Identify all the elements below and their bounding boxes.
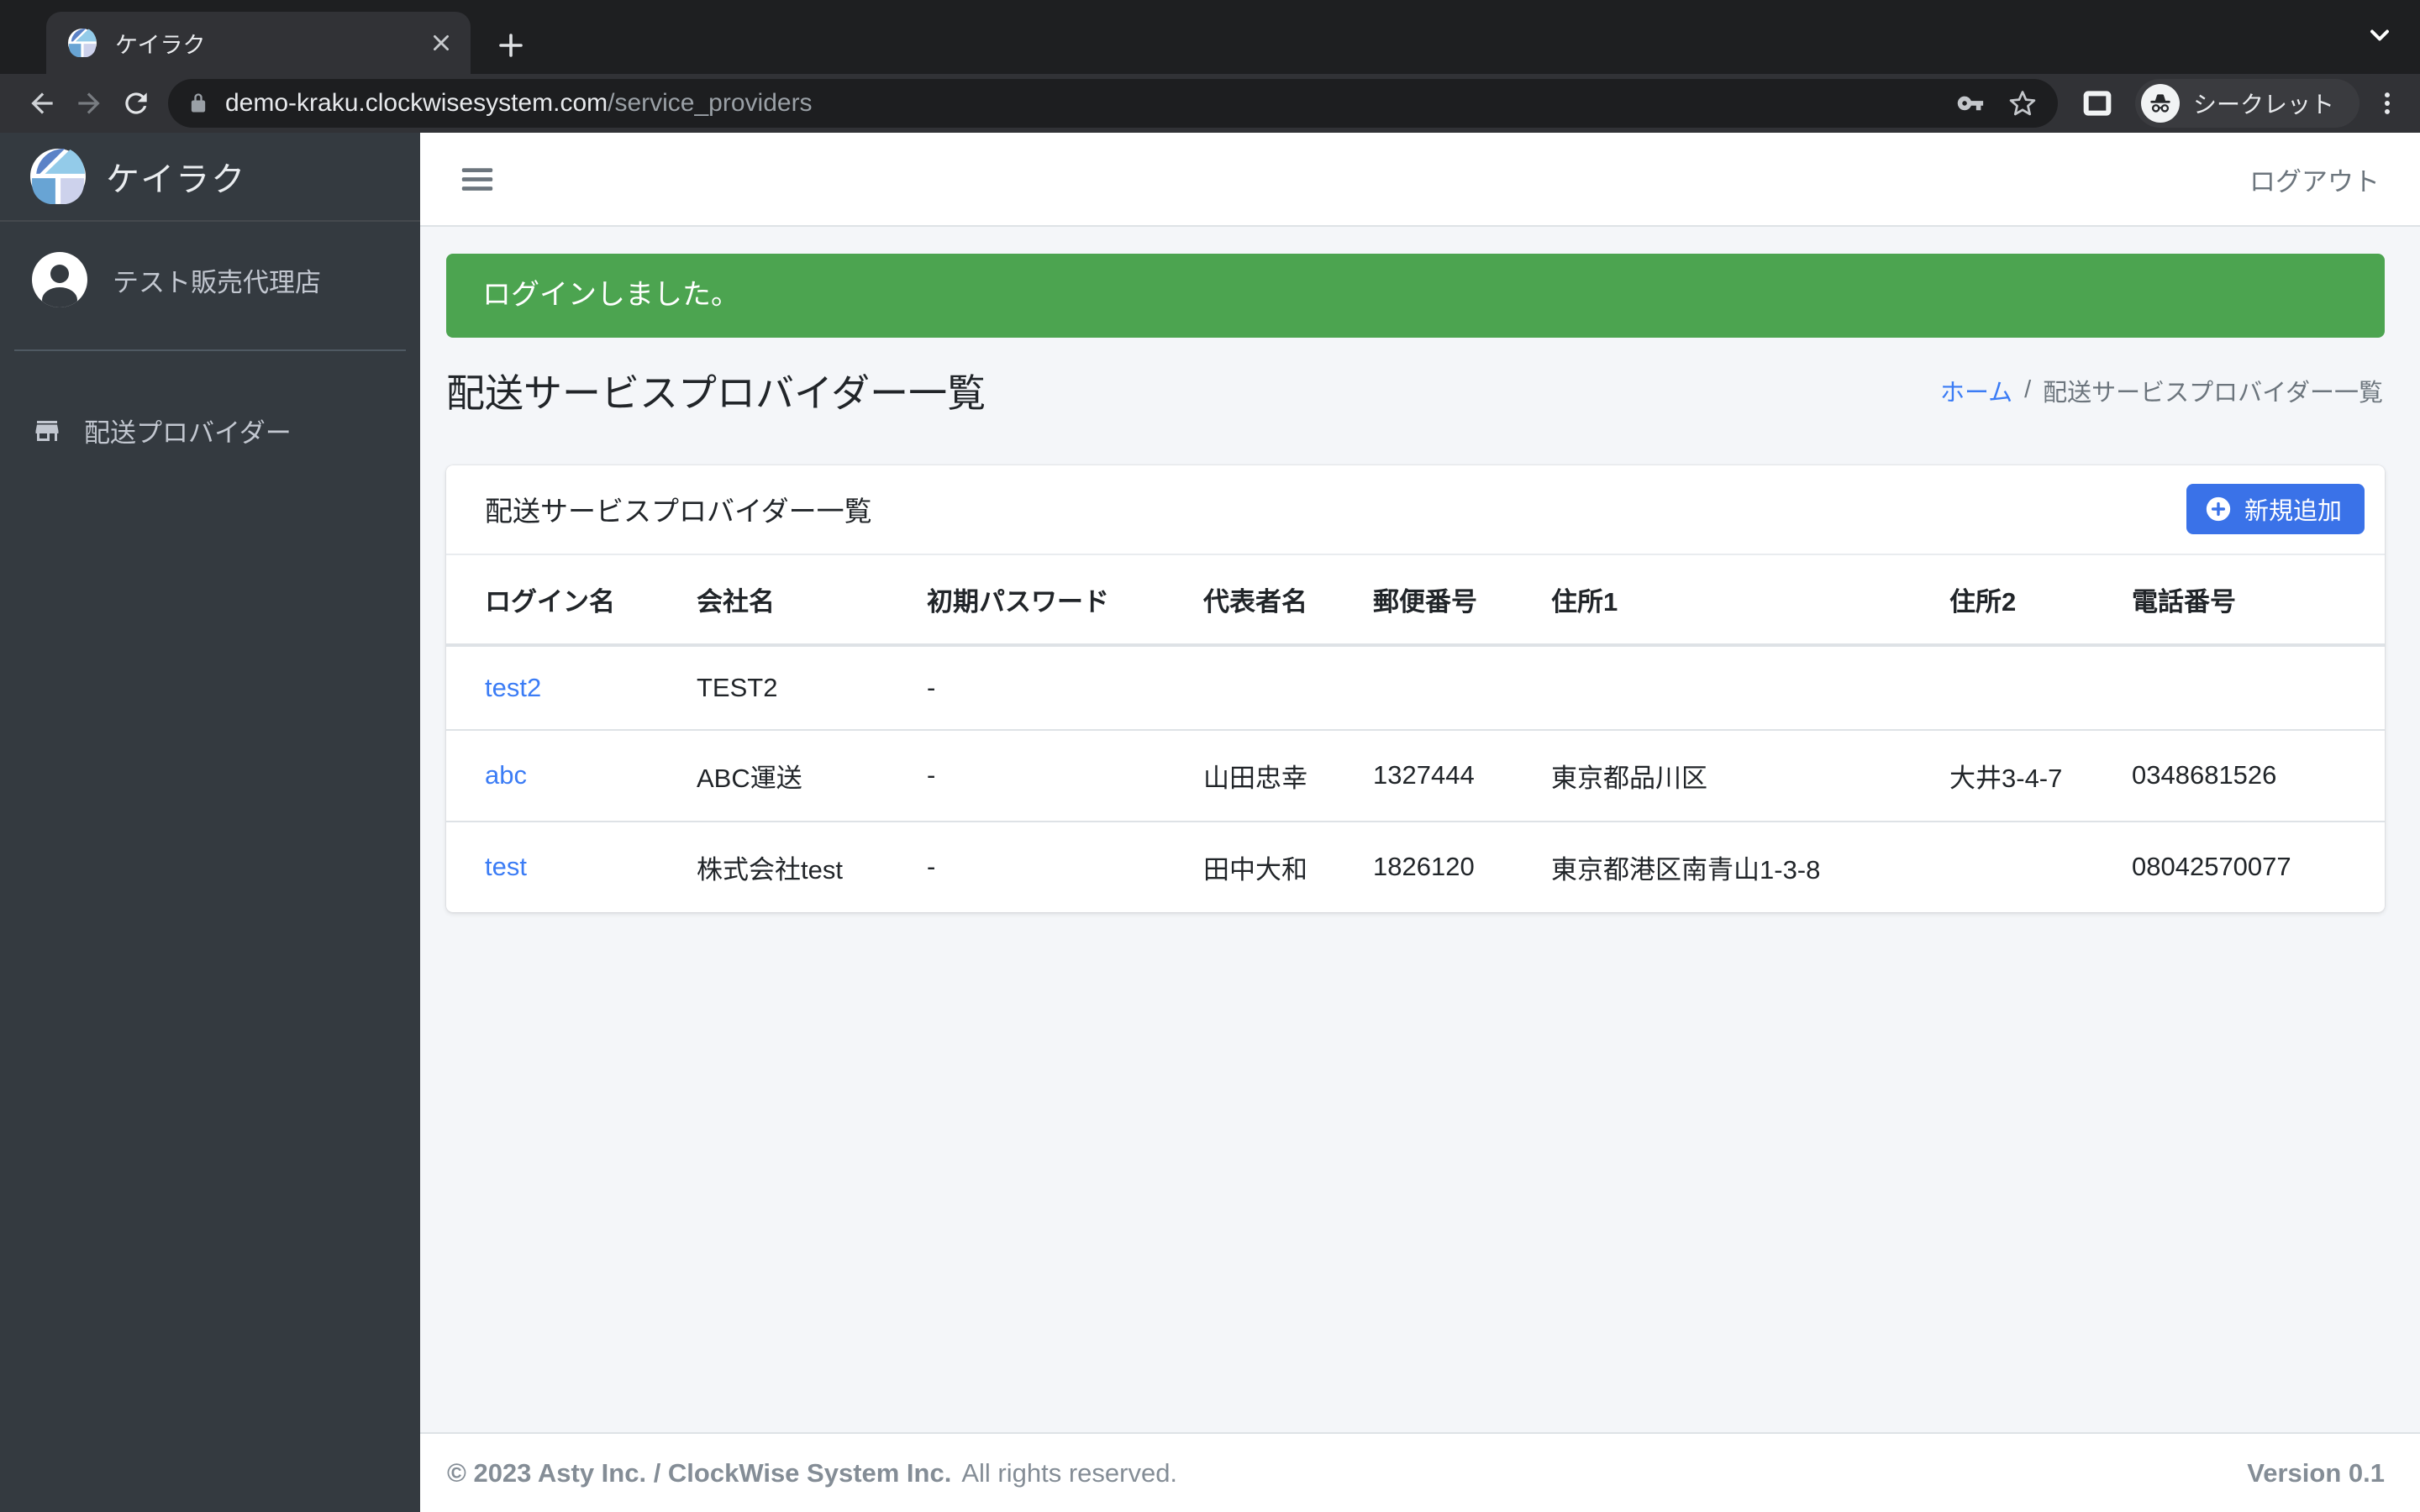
add-new-label: 新規追加 bbox=[2244, 498, 2342, 526]
footer-version: Version 0.1 bbox=[2247, 1457, 2385, 1488]
table-cell: 1826120 bbox=[1373, 852, 1475, 882]
col-company: 会社名 bbox=[676, 554, 907, 647]
browser-tab[interactable]: ケイラク bbox=[46, 12, 471, 74]
breadcrumb-current: 配送サービスプロバイダー一覧 bbox=[2043, 379, 2383, 407]
col-login: ログイン名 bbox=[446, 554, 676, 647]
table-cell: 08042570077 bbox=[2132, 852, 2291, 882]
provider-link[interactable]: test bbox=[485, 852, 527, 881]
browser-toolbar: demo-kraku.clockwisesystem.com/service_p… bbox=[0, 74, 2420, 133]
table-cell: 0348681526 bbox=[2112, 729, 2385, 822]
table-row: test2 TEST2 - bbox=[446, 644, 2385, 731]
table-cell: - bbox=[927, 852, 936, 882]
add-new-button[interactable]: 新規追加 bbox=[2186, 484, 2365, 535]
table-cell bbox=[2112, 644, 2385, 731]
breadcrumb-home-link[interactable]: ホーム bbox=[1940, 373, 2012, 408]
table-cell bbox=[1929, 822, 2112, 912]
table-row: test 株式会社test - 田中大和 1826120 東京都港区南青山1-3… bbox=[446, 822, 2385, 912]
star-icon[interactable] bbox=[2007, 88, 2038, 118]
page-title: 配送サービスプロバイダー一覧 bbox=[446, 370, 986, 415]
url-path: /service_providers bbox=[608, 89, 813, 117]
success-alert: ログインしました。 bbox=[446, 254, 2385, 338]
address-bar[interactable]: demo-kraku.clockwisesystem.com/service_p… bbox=[168, 79, 2058, 128]
chevron-down-icon[interactable] bbox=[2365, 20, 2395, 50]
tab-strip: ケイラク bbox=[0, 0, 2420, 74]
logout-link[interactable]: ログアウト bbox=[2249, 160, 2380, 198]
table-cell: 大井3-4-7 bbox=[1929, 729, 2112, 822]
close-icon[interactable] bbox=[430, 32, 452, 54]
table-header-row: ログイン名 会社名 初期パスワード 代表者名 郵便番号 住所1 住所2 電話番号 bbox=[446, 554, 2385, 647]
col-address1: 住所1 bbox=[1531, 554, 1929, 647]
content-area: ログインしました。 配送サービスプロバイダー一覧 ホーム / 配送サービスプロバ… bbox=[420, 227, 2420, 1432]
user-name: テスト販売代理店 bbox=[113, 267, 321, 297]
table-cell: ABC運送 bbox=[676, 729, 907, 822]
lock-icon bbox=[191, 93, 206, 113]
col-password: 初期パスワード bbox=[907, 554, 1183, 647]
table-cell bbox=[1183, 644, 1353, 731]
table-cell: 1327444 bbox=[1353, 729, 1531, 822]
reload-icon[interactable] bbox=[113, 80, 160, 127]
provider-link[interactable]: test2 bbox=[485, 673, 541, 702]
provider-link[interactable]: abc bbox=[485, 760, 527, 790]
sidebar-menu: 配送プロバイダー bbox=[0, 395, 420, 466]
hamburger-menu-icon[interactable] bbox=[459, 162, 496, 196]
providers-card: 配送サービスプロバイダー一覧 新規追加 ログイン名 会社名 初期パスワード 代表… bbox=[446, 465, 2385, 912]
favicon bbox=[68, 29, 97, 57]
url-host: demo-kraku.clockwisesystem.com bbox=[225, 89, 608, 117]
user-panel: テスト販売代理店 bbox=[0, 222, 420, 349]
side-panel-icon[interactable] bbox=[2073, 79, 2122, 128]
table-cell: - bbox=[907, 644, 1183, 731]
new-tab-icon[interactable] bbox=[496, 30, 526, 60]
store-icon bbox=[32, 416, 62, 446]
sidebar-item-providers[interactable]: 配送プロバイダー bbox=[0, 395, 420, 466]
breadcrumb-separator: / bbox=[2024, 376, 2032, 404]
table-cell: 東京都港区南青山1-3-8 bbox=[1551, 854, 1821, 885]
footer-rights: All rights reserved. bbox=[961, 1457, 1178, 1488]
incognito-label: シークレット bbox=[2192, 92, 2334, 118]
table-cell: 田中大和 bbox=[1203, 854, 1307, 885]
sidebar-item-label: 配送プロバイダー bbox=[84, 418, 292, 448]
col-address2: 住所2 bbox=[1929, 554, 2112, 647]
table-cell: TEST2 bbox=[676, 644, 907, 731]
back-icon[interactable] bbox=[18, 80, 66, 127]
card-title: 配送サービスプロバイダー一覧 bbox=[485, 496, 872, 528]
col-phone: 電話番号 bbox=[2112, 554, 2385, 647]
table-cell: - bbox=[907, 729, 1183, 822]
table-row: abc ABC運送 - 山田忠幸 1327444 東京都品川区 大井3-4-7 … bbox=[446, 729, 2385, 822]
browser-menu-icon[interactable] bbox=[2373, 89, 2402, 118]
brand-name: ケイラク bbox=[106, 161, 247, 198]
account-circle-icon bbox=[32, 252, 87, 307]
sidebar: ケイラク テスト販売代理店 配送プロバイダー bbox=[0, 133, 420, 1512]
top-navbar: ログアウト bbox=[420, 133, 2420, 227]
sidebar-divider bbox=[14, 349, 406, 351]
incognito-icon bbox=[2140, 84, 2180, 123]
table-cell bbox=[1353, 644, 1531, 731]
footer: © 2023 Asty Inc. / ClockWise System Inc.… bbox=[420, 1432, 2420, 1512]
tab-title: ケイラク bbox=[115, 32, 206, 58]
key-icon[interactable] bbox=[1955, 88, 1986, 118]
browser-window: ケイラク demo-kraku.clockwisesystem.com/serv… bbox=[0, 0, 2420, 1512]
table-cell bbox=[1929, 644, 2112, 731]
col-postal: 郵便番号 bbox=[1353, 554, 1531, 647]
breadcrumb: ホーム / 配送サービスプロバイダー一覧 bbox=[1940, 373, 2383, 408]
table-cell: 山田忠幸 bbox=[1183, 729, 1353, 822]
forward-icon[interactable] bbox=[66, 80, 113, 127]
providers-table: ログイン名 会社名 初期パスワード 代表者名 郵便番号 住所1 住所2 電話番号 bbox=[446, 554, 2385, 912]
table-cell: 株式会社test bbox=[697, 854, 843, 885]
table-cell bbox=[1531, 644, 1929, 731]
brand-link[interactable]: ケイラク bbox=[0, 133, 420, 222]
plus-circle-icon bbox=[2204, 495, 2233, 523]
footer-copyright: © 2023 Asty Inc. / ClockWise System Inc. bbox=[447, 1457, 952, 1488]
table-cell: 東京都品川区 bbox=[1531, 729, 1929, 822]
brand-logo-icon bbox=[30, 149, 86, 204]
col-representative: 代表者名 bbox=[1183, 554, 1353, 647]
incognito-badge: シークレット bbox=[2134, 79, 2360, 128]
